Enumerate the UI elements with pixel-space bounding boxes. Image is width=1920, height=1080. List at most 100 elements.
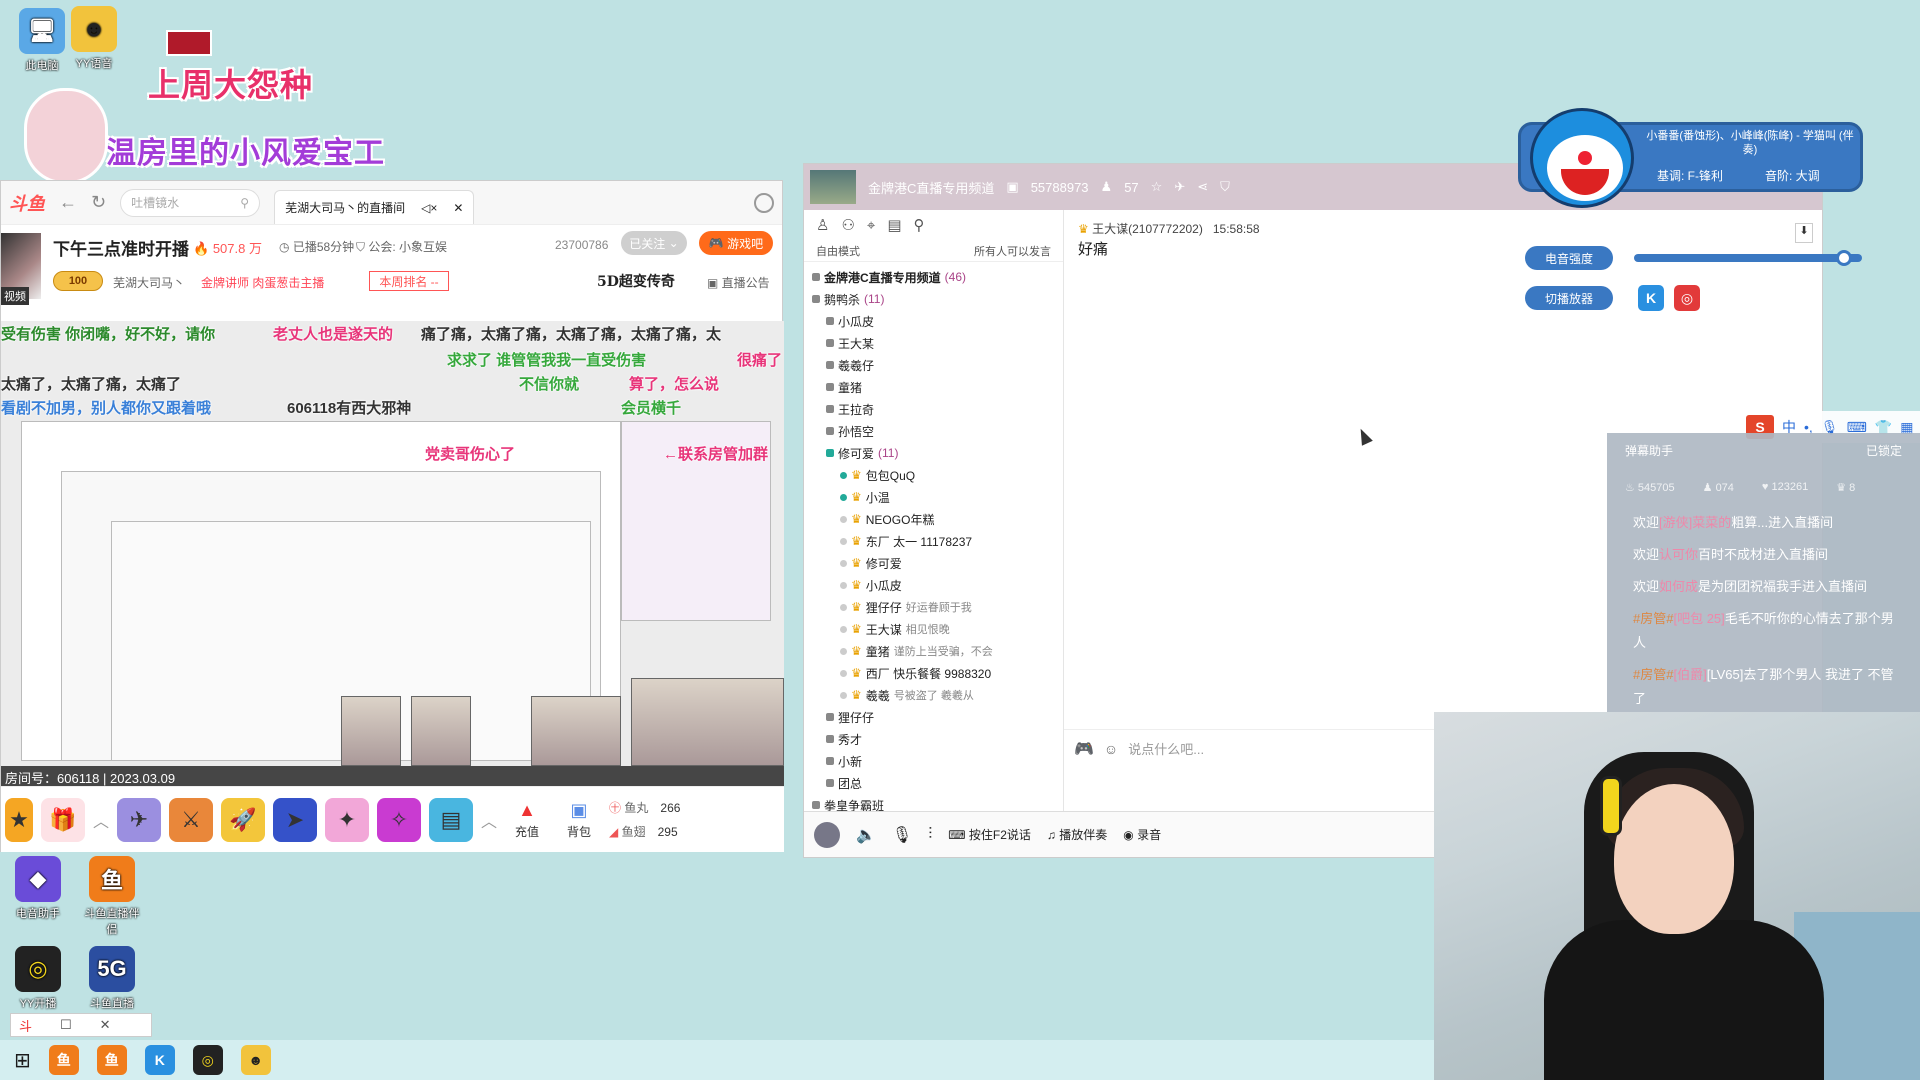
gift-box-icon[interactable]: 🎁 [41,797,85,842]
speaker-icon[interactable]: 🔈 [856,825,876,845]
streamer-name[interactable]: 芜湖大司马丶 [113,274,185,291]
channel-row[interactable]: 王大某 [812,332,1055,354]
desktop-icon-voice-assistant[interactable]: ◆ 电音助手 [6,856,70,921]
download-icon[interactable]: ⬇ [1795,223,1813,243]
taskbar-yy-voice-icon[interactable]: ☻ [240,1045,271,1075]
refresh-icon[interactable]: ↻ [91,192,106,213]
channel-row[interactable]: 狸仔仔 [812,706,1055,728]
douyu-logo[interactable]: 斗鱼 [9,190,45,216]
backpack-button[interactable]: ▣ 背包 [557,800,601,840]
search-input[interactable]: 吐槽镜水 ⚲ [120,188,261,217]
gift-warrior-icon[interactable]: ⚔ [169,797,214,842]
desktop-icon-douyu-live[interactable]: 5G 斗鱼直播 [80,946,144,1011]
channel-user-row[interactable]: ♛ 童猪 谨防上当受骗，不会 [812,640,1055,662]
channel-user-row[interactable]: ♛ 小瓜皮 [812,574,1055,596]
notes-icon[interactable]: ▤ [887,216,901,234]
browser-tab[interactable]: 芜湖大司马丶的直播间 ◁× ✕ [274,190,475,224]
desktop-icon-yy-voice[interactable]: ☻ YY语音 [62,6,126,71]
emoji-icon[interactable]: ☺ [1104,741,1118,757]
live-video[interactable]: 受有伤害 你闭嘴，好不好，请你 老丈人也是遂天的 痛了痛，太痛了痛，太痛了痛，太… [1,321,784,786]
gift-edge-icon[interactable]: ★ [5,797,33,842]
channel-row[interactable]: 童猪 [812,376,1055,398]
play-music-label: 播放伴奏 [1059,828,1108,842]
close-icon[interactable]: ✕ [100,1017,111,1033]
taskbar-yy-live-icon[interactable]: ◎ [192,1045,223,1075]
taskbar-kugou-icon[interactable]: K [144,1045,175,1075]
follow-button[interactable]: 已关注 ⌄ [621,231,687,255]
channel-user-row[interactable]: ♛ 小温 [812,486,1055,508]
channel-row[interactable]: 孙悟空 [812,420,1055,442]
record-button[interactable]: ◉ 录音 [1123,826,1161,843]
windows-start-icon[interactable]: ⊞ [14,1048,31,1073]
slider-knob[interactable] [1835,250,1852,266]
microphone-icon[interactable]: 🎙 [892,825,912,845]
channel-row[interactable]: 团总 [812,772,1055,794]
speak-mode[interactable]: 自由模式 [816,243,860,259]
desktop-icon-douyu-companion[interactable]: 鱼 斗鱼直播伴侣 [80,856,144,937]
gift-fighter-icon[interactable]: ✈ [117,797,162,842]
channel-user-row[interactable]: ♛ NEOGO年糕 [812,508,1055,530]
share-icon[interactable]: ⋖ [1197,179,1208,195]
history-clock-icon[interactable] [754,192,774,213]
weekly-rank[interactable]: 本周排名 -- [369,271,449,291]
channel-row[interactable]: 羲羲仔 [812,354,1055,376]
taskbar-douyu-companion-icon[interactable]: 鱼 [96,1045,127,1075]
chat-sender[interactable]: 王大谋(2107772202) [1092,222,1203,236]
channel-user-row[interactable]: ♛ 羲羲 号被盗了 羲羲从 [812,684,1055,706]
location-icon[interactable]: ⌖ [867,217,875,234]
chat-input[interactable]: 说点什么吧... [1128,739,1204,758]
channel-user-row[interactable]: ♛ 西厂 快乐餐餐 9988320 [812,662,1055,684]
gift-sword-icon[interactable]: ✧ [377,797,422,842]
voice-strength-button[interactable]: 电音强度 [1525,246,1613,270]
push-to-talk[interactable]: ⌨ 按住F2说话 [948,826,1031,843]
channel-user-row[interactable]: ♛ 王大谋 相见恨晚 [812,618,1055,640]
close-icon[interactable]: ✕ [453,201,463,215]
channel-row[interactable]: 金牌港C直播专用频道 (46) [812,266,1055,288]
danmu-lock-status[interactable]: 已锁定 [1866,442,1902,459]
channel-row[interactable]: 王拉奇 [812,398,1055,420]
gamepad-icon[interactable]: 🎮 [1074,739,1094,759]
maximize-icon[interactable]: ☐ [60,1017,72,1033]
game-bar-button[interactable]: 🎮 游戏吧 [699,231,773,255]
netease-player-icon[interactable]: ◎ [1674,285,1700,311]
play-music[interactable]: ♫ 播放伴奏 [1047,826,1107,843]
collapse-up-icon[interactable]: ︿ [481,808,497,832]
channel-row[interactable]: 小新 [812,750,1055,772]
search-icon[interactable]: ⚲ [914,216,925,234]
channel-row[interactable]: 小瓜皮 [812,310,1055,332]
taskbar-douyu-icon[interactable]: 鱼 [48,1045,79,1075]
channel-row[interactable]: 修可爱 (11) [812,442,1055,464]
switch-player-button[interactable]: 切播放器 [1525,286,1613,310]
union-info[interactable]: ⛉ 公会: 小象互娱 [356,238,447,255]
search-icon[interactable]: ⚲ [240,196,249,210]
desktop-icon-yy-live[interactable]: ◎ YY开播 [6,946,70,1011]
favorite-star-icon[interactable]: ☆ [1151,179,1163,195]
gift-ticket-icon[interactable]: ▤ [429,797,474,842]
gift-rocket-icon[interactable]: 🚀 [221,797,266,842]
channel-user-row[interactable]: ♛ 包包QuQ [812,464,1055,486]
channel-row[interactable]: 鹅鸭杀 (11) [812,288,1055,310]
user-icon[interactable]: ♙ [816,216,829,234]
kugou-player-icon[interactable]: K [1638,285,1664,311]
channel-user-row[interactable]: ♛ 狸仔仔 好运眷顾于我 [812,596,1055,618]
contacts-icon[interactable]: ⚇ [841,216,854,234]
back-arrow-icon[interactable]: ← [59,192,77,213]
channel-label: 修可爱 [838,446,875,461]
channel-avatar[interactable] [810,170,856,204]
plane-icon[interactable]: ✈ [1174,179,1185,195]
game-category-badge[interactable]: 5D超变传奇 [597,271,675,291]
shield-icon[interactable]: ⛉ [1220,179,1230,195]
recharge-button[interactable]: ▲ 充值 [505,800,549,840]
announcement-link[interactable]: ▣ 直播公告 [707,274,770,291]
minimized-window-bar[interactable]: 斗 ☐ ✕ [10,1013,152,1037]
channel-user-row[interactable]: ♛ 东厂 太一 11178237 [812,530,1055,552]
channel-user-row[interactable]: ♛ 修可爱 [812,552,1055,574]
mute-icon[interactable]: ◁× [421,201,437,215]
my-avatar[interactable] [814,821,840,848]
collapse-up-icon[interactable]: ︿ [93,808,109,832]
gift-spaceship-icon[interactable]: ➤ [273,797,318,842]
voice-strength-slider[interactable] [1634,250,1862,266]
mixer-icon[interactable]: ⫶ [928,826,932,844]
channel-row[interactable]: 秀才 [812,728,1055,750]
gift-wand-icon[interactable]: ✦ [325,797,370,842]
